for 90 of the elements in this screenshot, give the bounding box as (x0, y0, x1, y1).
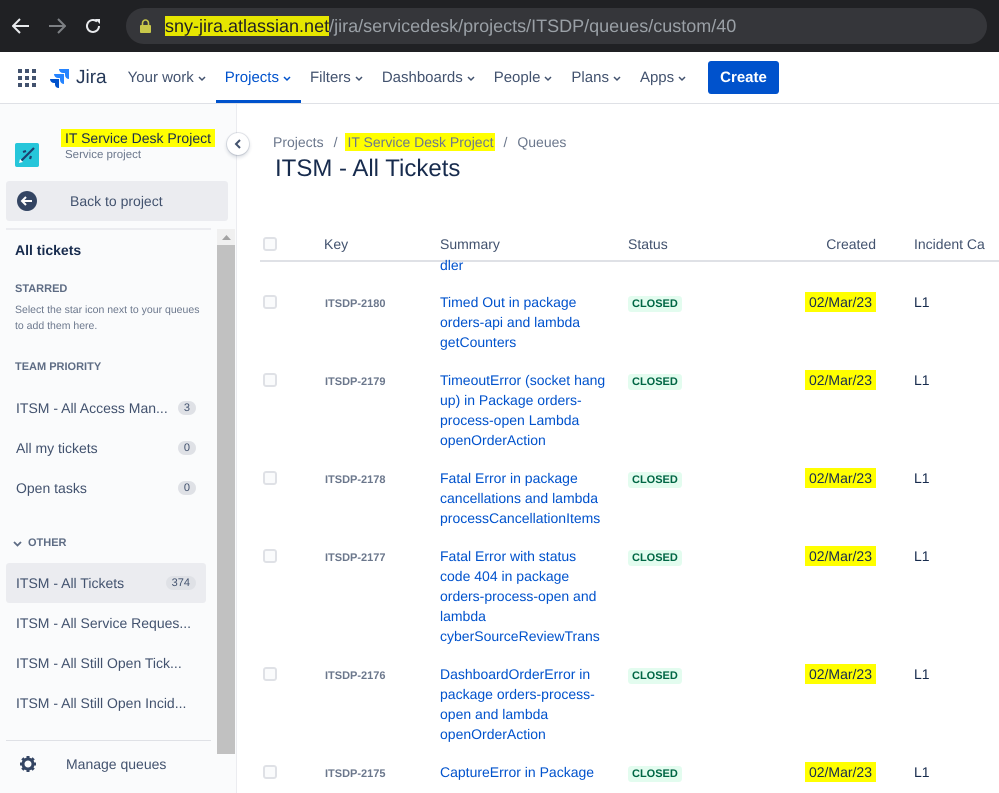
created-date: 02/Mar/23 (804, 370, 876, 390)
nav-menu[interactable]: Your work (118, 52, 216, 103)
settings-icon (20, 756, 36, 772)
queue-item[interactable]: ITSM - All Access Man... 3 (6, 388, 206, 428)
row-checkbox[interactable] (263, 471, 277, 485)
scroll-up-icon[interactable] (222, 235, 231, 240)
back-to-project-button[interactable]: Back to project (6, 181, 228, 221)
nav-menu[interactable]: Plans (562, 52, 631, 103)
breadcrumb-separator: / (503, 134, 508, 150)
project-type: Service project (65, 149, 142, 161)
row-checkbox[interactable] (263, 667, 277, 681)
queue-item[interactable]: ITSM - All Still Open Tick... (6, 643, 206, 683)
nav-menu[interactable]: Dashboards (372, 52, 485, 103)
created-date: 02/Mar/23 (804, 292, 876, 312)
column-header[interactable]: Status (628, 236, 668, 252)
ticket-key[interactable]: ITSDP-2176 (324, 670, 386, 682)
row-checkbox[interactable] (263, 373, 277, 387)
back-icon[interactable] (12, 18, 30, 34)
ticket-key[interactable]: ITSDP-2179 (324, 376, 386, 388)
ticket-summary-link[interactable]: Fatal Error with status code 404 in package orders-process-open and lambda cyberSourceReviewTrans (440, 546, 610, 646)
section-heading: OTHER (28, 537, 66, 549)
chevron-down-icon[interactable] (13, 538, 22, 548)
queue-item[interactable]: Open tasks 0 (6, 468, 206, 508)
status-lozenge: CLOSED (628, 668, 682, 684)
column-header[interactable]: Incident Ca (914, 236, 985, 252)
incident-category: L1 (914, 372, 930, 388)
breadcrumb-separator: / (334, 134, 338, 150)
ticket-summary-link[interactable]: Fatal Error in package cancellations and lambda processCancellationItems (440, 468, 610, 528)
ticket-key[interactable]: ITSDP-2175 (324, 768, 386, 780)
reload-icon[interactable] (84, 17, 102, 35)
row-checkbox[interactable] (263, 765, 277, 779)
app-switcher-icon[interactable] (18, 68, 36, 86)
created-date: 02/Mar/23 (804, 762, 876, 782)
breadcrumb-link[interactable]: Queues (515, 133, 568, 152)
breadcrumb-link[interactable]: IT Service Desk Project (345, 133, 496, 152)
ticket-summary-link[interactable]: DashboardOrderError in package orders-process-open and lambda openOrderAction (440, 664, 610, 744)
address-bar[interactable]: sny-jira.atlassian.net/jira/servicedesk/projects/ITSDP/queues/custom/40 (126, 8, 987, 44)
queue-item[interactable]: All my tickets 0 (6, 428, 206, 468)
queue-item[interactable]: ITSM - All Tickets 374 (6, 563, 206, 603)
ticket-summary-link[interactable]: dler (440, 257, 628, 274)
breadcrumb-link[interactable]: Projects (271, 133, 326, 152)
status-lozenge: CLOSED (628, 472, 682, 488)
incident-category: L1 (914, 666, 930, 682)
ticket-key[interactable]: ITSDP-2177 (324, 552, 386, 564)
collapse-button[interactable] (227, 133, 249, 155)
logo-icon[interactable] (50, 68, 70, 88)
project-name: IT Service Desk Project (61, 129, 216, 147)
section-heading: TEAM PRIORITY (14, 360, 102, 374)
ticket-summary-link[interactable]: Timed Out in package orders-api and lambda getCounters (440, 292, 610, 352)
incident-category: L1 (914, 294, 930, 310)
forward-icon[interactable] (48, 18, 66, 34)
column-header[interactable]: Created (826, 236, 876, 252)
status-lozenge: CLOSED (628, 550, 682, 566)
incident-category: L1 (914, 548, 930, 564)
incident-category: L1 (914, 470, 930, 486)
starred-hint: Select the star icon next to your queues to add them here. (14, 303, 200, 334)
queue-item[interactable]: ITSM - All Service Reques... (6, 603, 206, 643)
created-date: 02/Mar/23 (804, 468, 876, 488)
queue-item[interactable]: ITSM - All Still Open Incid... (6, 683, 206, 723)
product-name[interactable]: Jira (76, 66, 107, 88)
created-date: 02/Mar/23 (804, 664, 876, 684)
all-tickets-link[interactable]: All tickets (6, 230, 211, 270)
ticket-key[interactable]: ITSDP-2180 (324, 298, 386, 310)
nav-menu[interactable]: Filters (300, 52, 373, 103)
manage-queues-button[interactable]: Manage queues (0, 756, 166, 772)
ticket-summary-link[interactable]: TimeoutError (socket hang up) in Package orders-process-open Lambda openOrderAction (440, 370, 610, 450)
column-header[interactable]: Summary (440, 236, 500, 252)
page-title: ITSM - All Tickets (275, 154, 462, 184)
status-lozenge: CLOSED (628, 374, 682, 390)
row-checkbox[interactable] (263, 295, 277, 309)
column-header[interactable]: Key (324, 236, 348, 252)
incident-category: L1 (914, 764, 930, 780)
count-badge: 0 (178, 441, 196, 455)
ticket-key[interactable]: ITSDP-2178 (324, 474, 386, 486)
status-lozenge: CLOSED (628, 296, 682, 312)
nav-menu[interactable]: Apps (630, 52, 696, 103)
status-lozenge: CLOSED (628, 766, 682, 782)
chevron-left-icon (234, 139, 242, 149)
ticket-summary-link[interactable]: CaptureError in Package (440, 762, 610, 782)
select-all-checkbox[interactable] (263, 237, 277, 251)
count-badge: 3 (178, 401, 196, 415)
created-date: 02/Mar/23 (804, 546, 876, 566)
project-avatar-icon (15, 143, 39, 167)
create-button[interactable]: Create (708, 61, 779, 94)
count-badge: 0 (178, 481, 196, 495)
nav-menu[interactable]: People (484, 52, 562, 103)
lock-icon (140, 19, 151, 33)
section-heading: STARRED (14, 282, 68, 296)
row-checkbox[interactable] (263, 549, 277, 563)
count-badge: 374 (166, 576, 196, 590)
